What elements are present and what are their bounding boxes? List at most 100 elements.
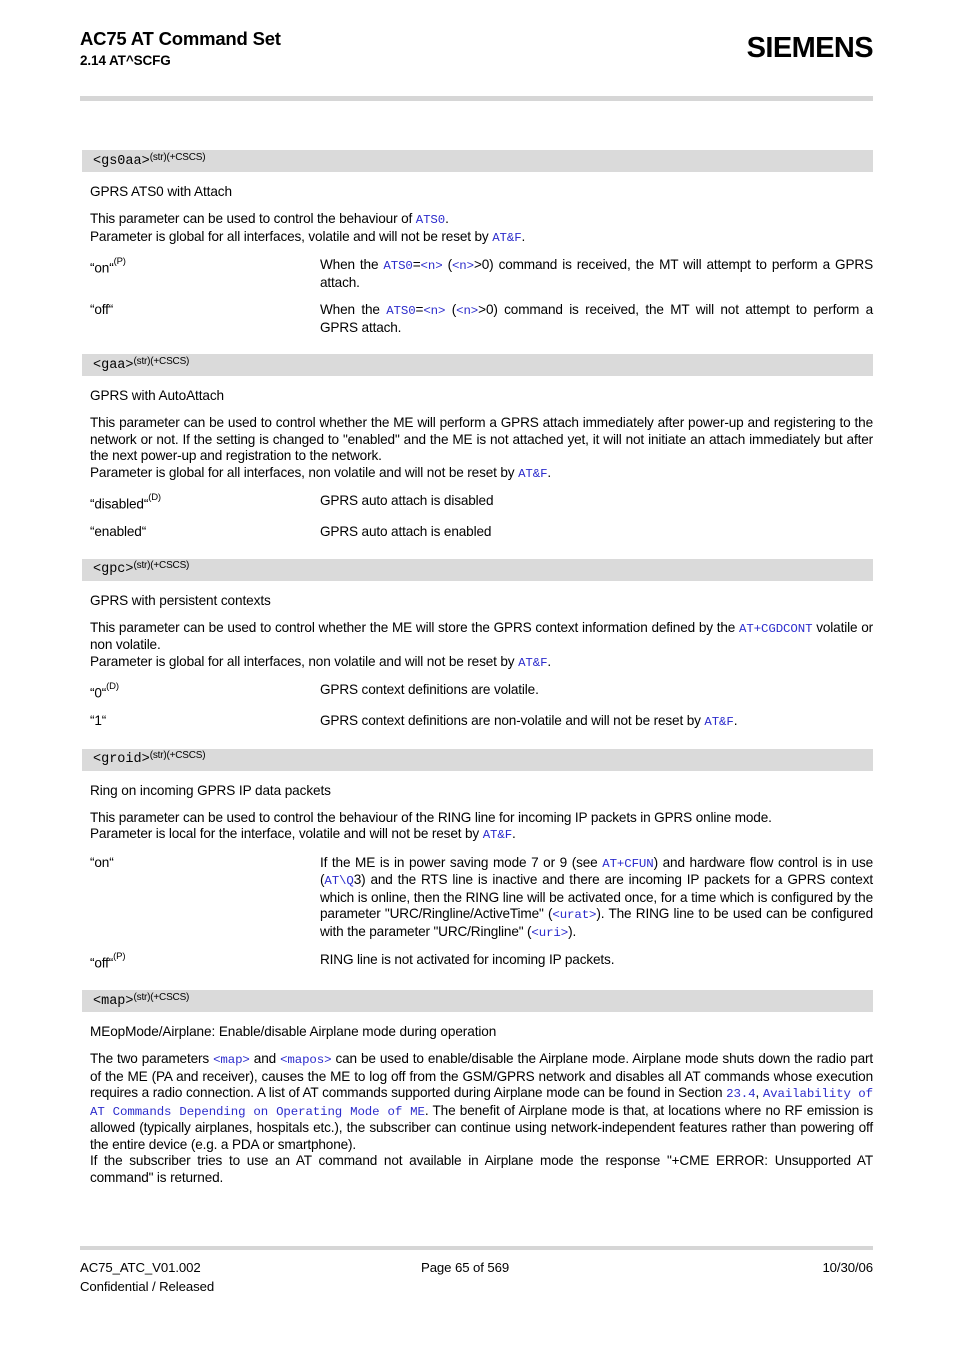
parameter-value-text: “on“ [90, 260, 114, 276]
text-run: and [249, 1051, 281, 1067]
footer-doc-id: AC75_ATC_V01.002 [80, 1260, 201, 1275]
parameter-value-description: If the ME is in power saving mode 7 or 9… [320, 855, 873, 942]
text-run: This parameter can be used to control th… [90, 809, 772, 825]
text-run: RING line is not activated for incoming … [320, 952, 615, 968]
parameter-value-row: “enabled“ GPRS auto attach is enabled [90, 524, 873, 541]
text-run: The two parameters [90, 1051, 214, 1067]
text-run: ( [442, 257, 453, 272]
inline-code-reference: <n> [423, 304, 446, 318]
text-run: When the [320, 257, 384, 272]
text-run: This parameter can be used to control th… [90, 211, 416, 226]
parameter-section: <map> (str)(+CSCS) MEopMode/Airplane: Enab… [0, 990, 954, 1204]
inline-code-reference: <map> [213, 1053, 250, 1068]
inline-code-reference: AT+CFUN [602, 856, 654, 871]
parameter-value-text: “1“ [90, 713, 107, 729]
parameter-header-bar: <gaa> (str)(+CSCS) [82, 354, 873, 376]
text-run: ( [445, 302, 457, 317]
text-run: If the subscriber tries to use an AT com… [90, 1153, 873, 1185]
parameter-value-superscript: (P) [113, 951, 126, 963]
text-run: GPRS auto attach is enabled [320, 524, 492, 540]
parameter-value-label: “1“ [90, 713, 320, 730]
parameter-name: <map> [93, 993, 134, 1009]
parameter-name: <groid> [93, 752, 150, 768]
parameter-name: <gs0aa> [93, 153, 150, 169]
footer-classification: Confidential / Released [80, 1279, 215, 1294]
parameter-header-bar: <gs0aa> (str)(+CSCS) [82, 150, 873, 172]
parameter-type-superscript: (str)(+CSCS) [133, 991, 190, 1003]
text-run: If the ME is in power saving mode 7 or 9… [320, 854, 603, 870]
text-run: . [512, 826, 516, 842]
parameter-value-superscript: (D) [148, 492, 161, 503]
parameter-value-description: RING line is not activated for incoming … [320, 952, 873, 969]
parameter-type-superscript: (str)(+CSCS) [149, 750, 206, 762]
parameter-header-bar: <groid> (str)(+CSCS) [82, 748, 873, 771]
inline-code-reference: ATS0 [386, 304, 416, 318]
parameter-value-row: “on“ If the ME is in power saving mode 7 … [90, 855, 873, 942]
text-run: GPRS auto attach is disabled [320, 493, 494, 508]
text-run: When the [320, 302, 387, 317]
text-run: Parameter is local for the interface, vo… [90, 826, 483, 842]
parameter-header-bar: <map> (str)(+CSCS) [82, 990, 873, 1013]
page-header: AC75 AT Command Set 2.14 AT^SCFG SIEMENS [0, 0, 954, 101]
inline-code-reference: <mapos> [280, 1053, 332, 1068]
parameter-value-description: GPRS context definitions are volatile. [320, 682, 873, 699]
text-run: . [521, 228, 526, 244]
parameter-section: <gs0aa> (str)(+CSCS) GPRS ATS0 with Attach… [0, 150, 954, 354]
parameter-value-label: “off“ [90, 302, 320, 319]
parameter-description-title: MEopMode/Airplane: Enable/disable Airpla… [90, 1024, 497, 1040]
text-run: = [412, 257, 421, 272]
parameter-value-label: “off“(P) [90, 951, 320, 972]
parameter-paragraph: This parameter can be used to control th… [90, 211, 873, 229]
parameter-value-row: “on“(P) When the ATS0=<n> (<n>>0) command… [90, 256, 873, 291]
parameter-paragraph: This parameter can be used to control wh… [90, 415, 873, 465]
parameter-type-superscript: (str)(+CSCS) [149, 151, 206, 163]
inline-code-reference: AT\Q [324, 874, 354, 889]
text-run: GPRS context definitions are volatile. [320, 682, 539, 698]
siemens-logo: SIEMENS [746, 32, 874, 64]
text-run: . [733, 713, 738, 729]
inline-code-reference: ATS0 [383, 259, 413, 273]
document-page: AC75 AT Command Set 2.14 AT^SCFG SIEMENS… [0, 0, 954, 1351]
inline-code-reference: <n> [451, 259, 474, 273]
parameter-value-text: “0“ [90, 685, 107, 701]
text-run: . [547, 464, 552, 480]
parameter-paragraph: Parameter is global for all interfaces, … [90, 465, 873, 483]
parameter-value-text: “off“ [90, 302, 114, 317]
parameter-value-label: “0“(D) [90, 681, 320, 702]
inline-code-reference: AT&F [492, 230, 522, 245]
text-run: GPRS context definitions are non-volatil… [320, 713, 705, 729]
parameter-paragraph: Parameter is local for the interface, vo… [90, 826, 873, 844]
inline-code-reference: AT&F [518, 466, 548, 481]
parameter-value-text: “enabled“ [90, 524, 147, 540]
inline-code-reference: <n> [420, 259, 443, 273]
document-body: <gs0aa> (str)(+CSCS) GPRS ATS0 with Attach… [0, 150, 954, 1204]
parameter-value-description: When the ATS0=<n> (<n>>0) command is rec… [320, 257, 873, 291]
text-run: This parameter can be used to control wh… [90, 415, 873, 463]
parameter-value-label: “disabled“(D) [90, 492, 320, 513]
parameter-value-row: “off“(P) RING line is not activated for i… [90, 951, 873, 972]
parameter-paragraph: This parameter can be used to control th… [90, 810, 873, 827]
inline-code-reference: ATS0 [415, 213, 446, 227]
parameter-description-title: GPRS with AutoAttach [90, 388, 225, 403]
parameter-description-title: Ring on incoming GPRS IP data packets [90, 782, 331, 798]
parameter-value-description: GPRS auto attach is enabled [320, 524, 873, 541]
parameter-value-text: “off“ [90, 955, 114, 971]
parameter-paragraph: If the subscriber tries to use an AT com… [90, 1153, 873, 1186]
inline-code-reference: AT&F [482, 828, 513, 843]
parameter-paragraph: The two parameters <map> and <mapos> can… [90, 1051, 873, 1153]
parameter-section: <groid> (str)(+CSCS) Ring on incoming GPRS… [0, 748, 954, 991]
parameter-type-superscript: (str)(+CSCS) [133, 560, 190, 572]
parameter-name: <gpc> [93, 562, 134, 578]
parameter-type-superscript: (str)(+CSCS) [133, 355, 190, 367]
inline-code-reference: AT+CGDCONT [739, 621, 813, 636]
footer-page-number: Page 65 of 569 [421, 1260, 510, 1275]
parameter-value-label: “on“(P) [90, 256, 320, 277]
parameter-section: <gpc> (str)(+CSCS) GPRS with persistent co… [0, 558, 954, 749]
parameter-value-row: “0“(D) GPRS context definitions are volat… [90, 681, 873, 702]
footer-date: 10/30/06 [822, 1260, 873, 1275]
text-run: ). [568, 923, 577, 939]
parameter-value-superscript: (P) [113, 256, 126, 267]
